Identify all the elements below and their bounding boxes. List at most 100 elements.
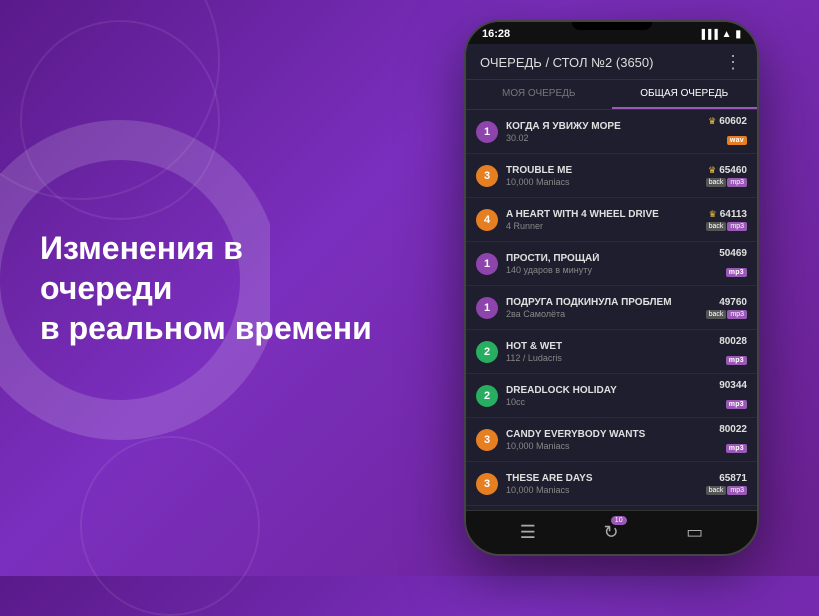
mp3-badge: mp3 [727,310,747,319]
song-item[interactable]: 2 HOT & WET 112 / Ludacris 80028 mp3 [466,330,757,374]
song-code: 65871 [719,473,747,484]
song-number-badge: 2 [476,385,498,407]
screen-nav-button[interactable]: ▭ [686,522,703,543]
song-code: 80022 [719,424,747,435]
battery-icon: ▮ [735,29,741,40]
back-badge: back [706,178,727,187]
song-meta: 50469 mp3 [719,248,747,279]
song-info: HOT & WET 112 / Ludacris [506,341,719,363]
mp3-badge: mp3 [727,486,747,495]
song-meta: 80022 mp3 [719,424,747,455]
crown-icon: ♛ [709,209,717,220]
song-artist: 10,000 Maniacs [506,177,706,187]
song-title: A HEART WITH 4 WHEEL DRIVE [506,209,706,220]
history-badge: 10 [611,516,627,525]
phone-notch [572,22,652,30]
song-artist: 112 / Ludacris [506,353,719,363]
hero-text: Изменения в очереди в реальном времени [40,228,380,348]
song-info: A HEART WITH 4 WHEEL DRIVE 4 Runner [506,209,706,231]
song-artist: 4 Runner [506,221,706,231]
phone-screen: 16:28 ▐▐▐ ▲ ▮ ОЧЕРЕДЬ / СТОЛ №2 (3650) ⋮… [464,20,759,556]
song-item[interactable]: 1 ПОДРУГА ПОДКИНУЛА ПРОБЛЕМ 2ва Самолёта… [466,286,757,330]
song-title: ПОДРУГА ПОДКИНУЛА ПРОБЛЕМ [506,297,706,308]
song-title: DREADLOCK HOLIDAY [506,385,719,396]
tab-general-queue[interactable]: ОБЩАЯ ОЧЕРЕДЬ [612,80,758,109]
song-title: HOT & WET [506,341,719,352]
song-item[interactable]: 2 DREADLOCK HOLIDAY 10cc 90344 mp3 [466,374,757,418]
app-title: ОЧЕРЕДЬ / СТОЛ №2 (3650) [480,55,653,70]
song-meta: ♛ 64113 back mp3 [706,209,747,231]
song-info: ПОДРУГА ПОДКИНУЛА ПРОБЛЕМ 2ва Самолёта [506,297,706,319]
song-meta: ♛ 65460 back mp3 [706,165,747,187]
song-number-badge: 3 [476,429,498,451]
song-info: CANDY EVERYBODY WANTS 10,000 Maniacs [506,429,719,451]
song-info: TROUBLE ME 10,000 Maniacs [506,165,706,187]
status-time: 16:28 [482,28,510,40]
mp3-badge: mp3 [727,222,747,231]
hero-line1: Изменения в очереди [40,230,243,306]
song-item[interactable]: 1 ПРОСТИ, ПРОЩАЙ 140 ударов в минуту 504… [466,242,757,286]
song-artist: 2ва Самолёта [506,309,706,319]
song-code: 90344 [719,380,747,391]
song-artist: 10cc [506,397,719,407]
song-item[interactable]: 1 КОГДА Я УВИЖУ МОРЕ 30.02 ♛ 60602 wav [466,110,757,154]
song-info: DREADLOCK HOLIDAY 10cc [506,385,719,407]
song-code: 65460 [719,165,747,176]
back-badge: back [706,310,727,319]
format-badge: mp3 [726,400,747,409]
signal-icon: ▐▐▐ [698,29,717,39]
song-number-badge: 1 [476,297,498,319]
app-header: ОЧЕРЕДЬ / СТОЛ №2 (3650) ⋮ [466,44,757,80]
song-artist: 30.02 [506,133,708,143]
song-title: THESE ARE DAYS [506,473,706,484]
song-title: CANDY EVERYBODY WANTS [506,429,719,440]
song-item[interactable]: 3 CANDY EVERYBODY WANTS 10,000 Maniacs 8… [466,418,757,462]
back-badge: back [706,222,727,231]
mp3-badge: mp3 [727,178,747,187]
format-badge: mp3 [726,444,747,453]
phone-mockup: 16:28 ▐▐▐ ▲ ▮ ОЧЕРЕДЬ / СТОЛ №2 (3650) ⋮… [464,20,759,556]
song-list: 1 КОГДА Я УВИЖУ МОРЕ 30.02 ♛ 60602 wav [466,110,757,522]
song-code: 80028 [719,336,747,347]
song-number-badge: 4 [476,209,498,231]
song-item[interactable]: 3 TROUBLE ME 10,000 Maniacs ♛ 65460 back… [466,154,757,198]
song-item[interactable]: 4 A HEART WITH 4 WHEEL DRIVE 4 Runner ♛ … [466,198,757,242]
song-title: ПРОСТИ, ПРОЩАЙ [506,253,719,264]
song-meta: 80028 mp3 [719,336,747,367]
song-info: ПРОСТИ, ПРОЩАЙ 140 ударов в минуту [506,253,719,275]
status-icons: ▐▐▐ ▲ ▮ [698,29,741,40]
bottom-nav: ☰ ↻ 10 ▭ [466,510,757,554]
song-info: КОГДА Я УВИЖУ МОРЕ 30.02 [506,121,708,143]
song-artist: 10,000 Maniacs [506,485,706,495]
song-title: TROUBLE ME [506,165,706,176]
song-code: 49760 [719,297,747,308]
wifi-icon: ▲ [722,29,732,40]
back-badge: back [706,486,727,495]
song-meta: ♛ 60602 wav [708,116,747,147]
song-number-badge: 1 [476,253,498,275]
hero-line2: в реальном времени [40,310,372,346]
song-meta: 90344 mp3 [719,380,747,411]
format-badge: wav [727,136,747,145]
song-meta: 65871 back mp3 [706,473,747,495]
song-artist: 140 ударов в минуту [506,265,719,275]
song-number-badge: 3 [476,165,498,187]
crown-icon: ♛ [708,116,716,127]
song-title: КОГДА Я УВИЖУ МОРЕ [506,121,708,132]
history-nav-button[interactable]: ↻ 10 [604,522,619,543]
menu-button[interactable]: ⋮ [724,52,743,73]
song-code: 60602 [719,116,747,127]
song-item[interactable]: 3 THESE ARE DAYS 10,000 Maniacs 65871 ba… [466,462,757,506]
crown-icon: ♛ [708,165,716,176]
tab-my-queue[interactable]: МОЯ ОЧЕРЕДЬ [466,80,612,109]
song-meta: 49760 back mp3 [706,297,747,319]
song-artist: 10,000 Maniacs [506,441,719,451]
song-code: 64113 [720,209,747,220]
song-number-badge: 2 [476,341,498,363]
song-code: 50469 [719,248,747,259]
queue-nav-button[interactable]: ☰ [520,522,536,543]
song-info: THESE ARE DAYS 10,000 Maniacs [506,473,706,495]
song-number-badge: 3 [476,473,498,495]
tab-bar: МОЯ ОЧЕРЕДЬ ОБЩАЯ ОЧЕРЕДЬ [466,80,757,110]
format-badge: mp3 [726,356,747,365]
